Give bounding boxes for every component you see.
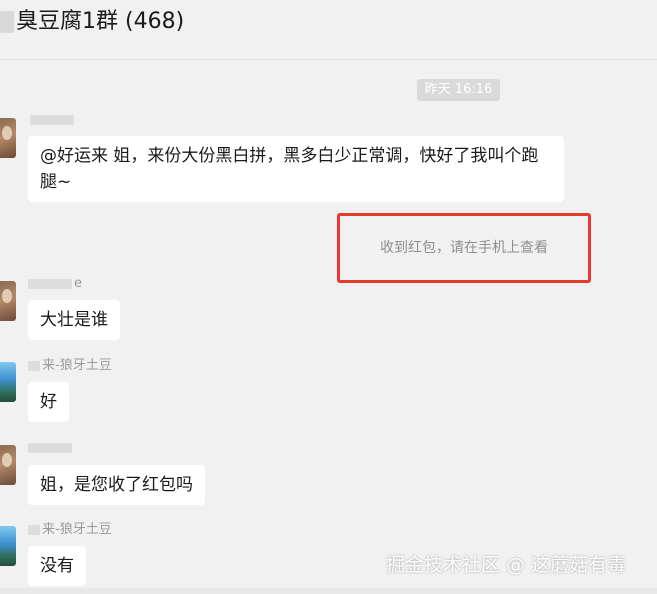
blurred-nickname (28, 442, 72, 453)
message-bubble[interactable]: 好 (28, 382, 69, 422)
sender-nickname: 来-狼牙土豆 (28, 358, 112, 374)
chat-title[interactable]: 臭豆腐1群 (468) (0, 6, 184, 38)
message-bubble[interactable]: 没有 (28, 546, 86, 586)
sender-nickname: e (28, 276, 82, 292)
watermark: 掘金技术社区 @ 这蘑菇有毒 (386, 554, 627, 576)
sender-nickname (28, 440, 74, 456)
sender-nickname: 来-狼牙土豆 (28, 522, 112, 538)
avatar[interactable] (0, 362, 16, 402)
blurred-nickname (28, 524, 40, 535)
blurred-nickname (30, 114, 74, 125)
blurred-title-prefix (0, 11, 14, 33)
red-packet-notice-highlight: 收到红包，请在手机上查看 (337, 213, 591, 283)
message-bubble[interactable]: 姐，是您收了红包吗 (28, 465, 205, 505)
input-area-edge (0, 588, 657, 594)
red-packet-notice: 收到红包，请在手机上查看 (380, 240, 548, 256)
chat-title-text: 臭豆腐1群 (468) (16, 9, 185, 34)
chat-header: 臭豆腐1群 (468) (0, 0, 657, 60)
message-bubble[interactable]: @好运来 姐，来份大份黑白拼，黑多白少正常调，快好了我叫个跑腿~ (28, 136, 564, 202)
avatar[interactable] (0, 445, 16, 485)
sender-nickname (30, 112, 76, 128)
avatar[interactable] (0, 281, 16, 321)
avatar[interactable] (0, 526, 16, 566)
message-bubble[interactable]: 大壮是谁 (28, 300, 120, 340)
avatar[interactable] (0, 118, 16, 158)
blurred-nickname (28, 278, 72, 289)
chat-window: 臭豆腐1群 (468) 昨天 16:16 @好运来 姐，来份大份黑白拼，黑多白少… (0, 0, 657, 594)
message-timestamp: 昨天 16:16 (417, 79, 500, 101)
blurred-nickname (28, 360, 40, 371)
